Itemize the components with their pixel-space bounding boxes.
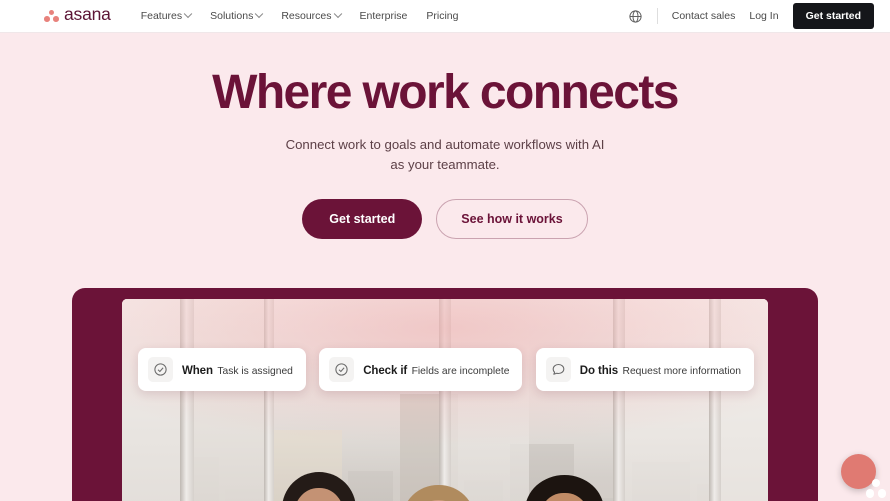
check-circle-icon [148, 357, 173, 382]
globe-icon[interactable] [628, 9, 643, 24]
nav-item-enterprise[interactable]: Enterprise [360, 10, 408, 22]
automation-cards-row: When Task is assigned Check if Fields ar… [138, 348, 754, 391]
hero-media-frame: When Task is assigned Check if Fields ar… [72, 288, 818, 501]
automation-card-do-this[interactable]: Do this Request more information [535, 348, 754, 391]
nav-item-enterprise-label: Enterprise [359, 10, 408, 22]
automation-card-title: Do this [579, 364, 619, 377]
nav-item-pricing-label: Pricing [426, 10, 459, 22]
nav-divider [656, 8, 658, 24]
see-how-it-works-button[interactable]: See how it works [436, 198, 588, 239]
person-left [264, 459, 374, 501]
speech-bubble-icon [545, 357, 571, 382]
person-right [510, 465, 620, 501]
nav-actions: Contact sales Log In Get started [628, 3, 874, 29]
chevron-down-icon [333, 9, 342, 19]
nav-item-features-label: Features [140, 10, 183, 22]
hero-subtitle-line-2: as your teammate. [390, 156, 500, 172]
nav-item-resources[interactable]: Resources [281, 9, 342, 22]
automation-card-title: Check if [363, 364, 408, 377]
top-navigation-bar: asana Features Solutions Resources Enter… [0, 0, 890, 33]
nav-item-solutions[interactable]: Solutions [210, 9, 264, 22]
chevron-down-icon [255, 9, 264, 19]
nav-item-solutions-label: Solutions [210, 10, 254, 22]
log-in-link[interactable]: Log In [749, 10, 778, 22]
brand-wordmark: asana [64, 4, 111, 25]
office-photo-scene [122, 299, 768, 501]
contact-sales-link[interactable]: Contact sales [672, 10, 736, 22]
automation-card-desc: Fields are incomplete [411, 365, 510, 377]
chevron-down-icon [183, 9, 193, 19]
automation-card-desc: Request more information [622, 365, 741, 377]
nav-item-features[interactable]: Features [140, 9, 193, 22]
asana-logo-link[interactable]: asana [44, 6, 111, 26]
person-center [387, 471, 490, 501]
automation-card-when[interactable]: When Task is assigned [138, 348, 306, 391]
hero-cta-group: Get started See how it works [0, 198, 890, 239]
hero-subtitle: Connect work to goals and automate workf… [0, 135, 890, 175]
automation-card-desc: Task is assigned [217, 365, 293, 377]
check-circle-icon [329, 357, 355, 382]
automation-card-title: When [182, 364, 213, 377]
chat-widget-button[interactable] [841, 454, 887, 498]
hero-get-started-button[interactable]: Get started [302, 198, 423, 239]
primary-nav: Features Solutions Resources Enterprise … [140, 9, 459, 22]
hero-section: Where work connects Connect work to goal… [0, 33, 890, 501]
hero-product-image: When Task is assigned Check if Fields ar… [122, 299, 768, 501]
asana-logo-icon [44, 9, 59, 23]
hero-subtitle-line-1: Connect work to goals and automate workf… [285, 136, 605, 152]
nav-get-started-button[interactable]: Get started [792, 3, 874, 29]
nav-item-pricing[interactable]: Pricing [426, 10, 458, 22]
automation-card-check-if[interactable]: Check if Fields are incomplete [319, 348, 523, 391]
page-title: Where work connects [212, 66, 679, 119]
nav-item-resources-label: Resources [281, 10, 332, 22]
